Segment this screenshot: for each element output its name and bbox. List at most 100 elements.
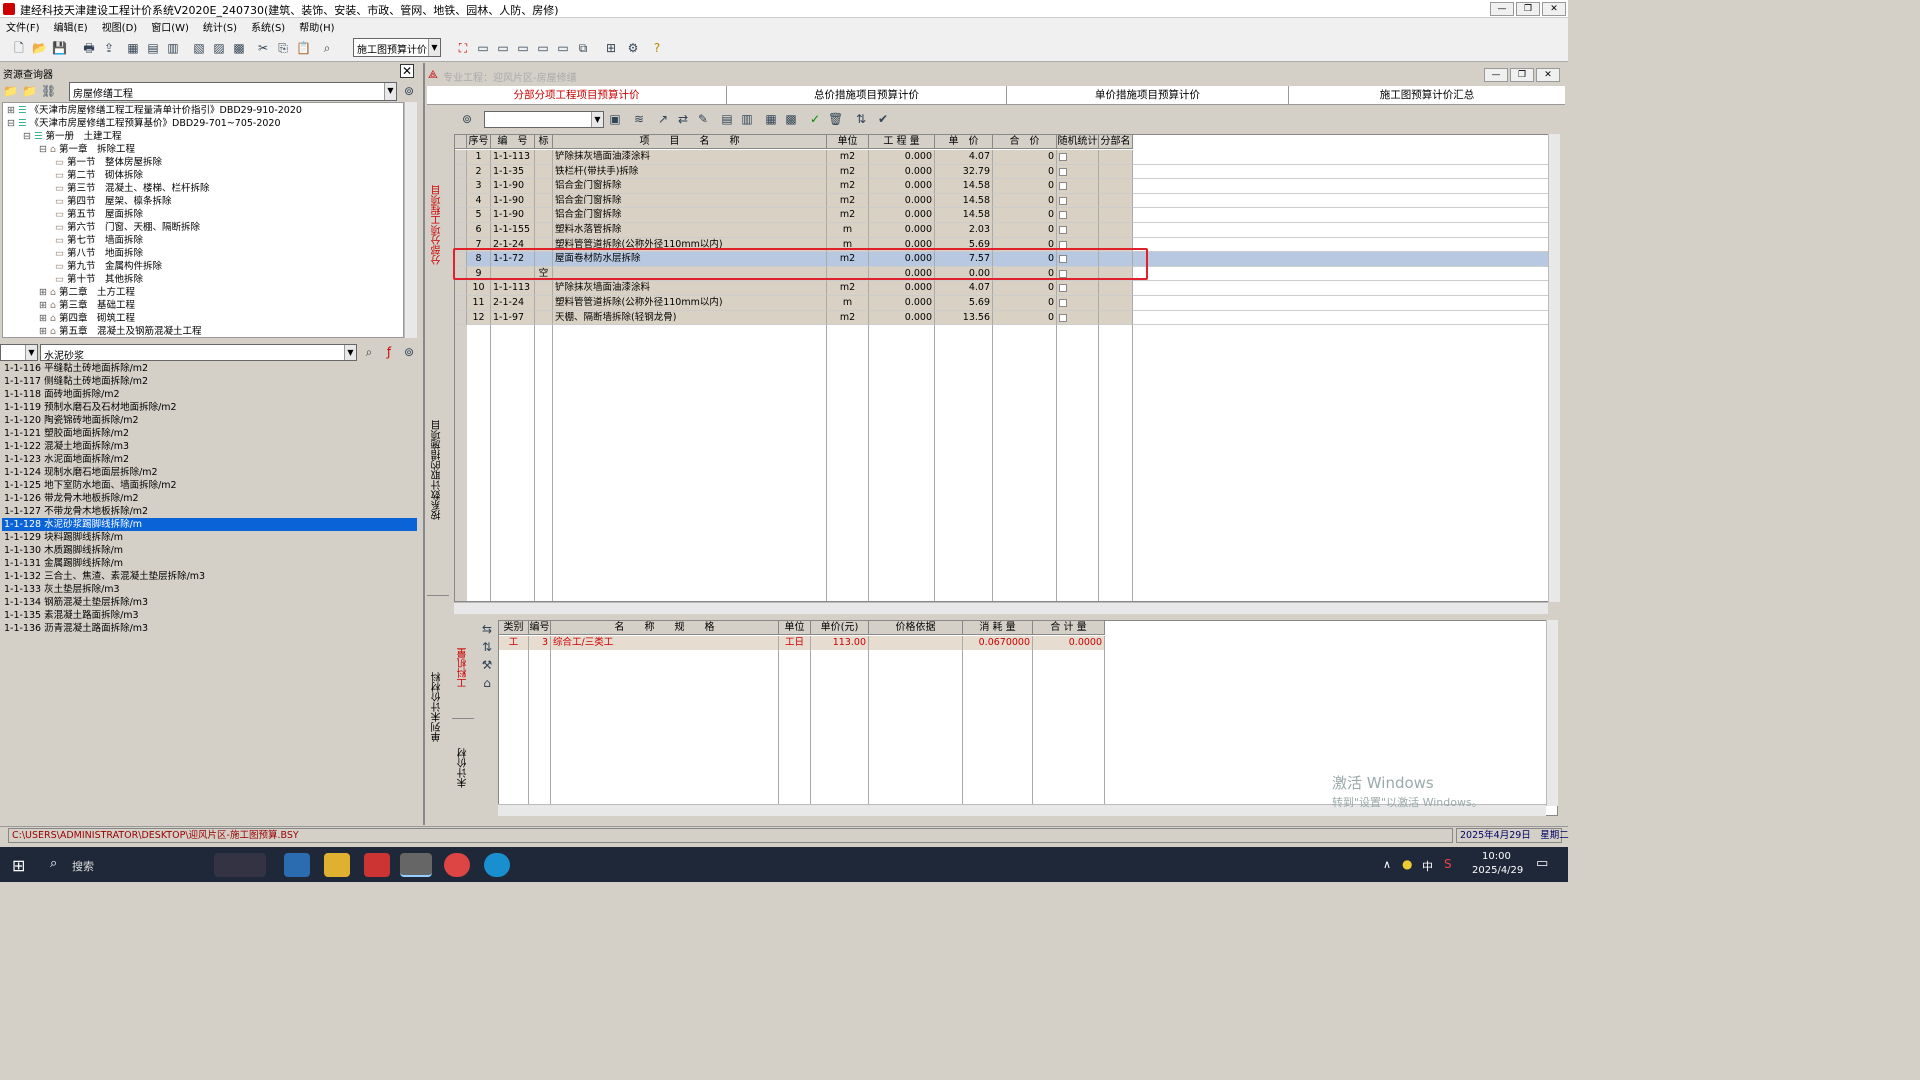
export-icon[interactable]: ⇪ [102, 41, 116, 55]
column-header[interactable]: 序号 [467, 135, 491, 149]
chrome-icon[interactable] [444, 853, 470, 877]
table-row[interactable]: 5 1-1-90 铝合金门窗拆除 m2 0.000 14.58 0 [455, 208, 1548, 223]
cell-unit[interactable]: m2 [827, 310, 869, 326]
cell-qty[interactable]: 0.000 [869, 310, 935, 326]
ime-indicator[interactable]: 中 [1422, 858, 1433, 874]
cell-unit[interactable]: m2 [827, 179, 869, 194]
cell-name[interactable]: 铝合金门窗拆除 [553, 179, 827, 194]
paste-icon[interactable]: 📋 [296, 41, 311, 55]
menu-edit[interactable]: 编辑(E) [54, 19, 88, 34]
doc-icon[interactable]: ▧ [192, 41, 206, 55]
grid-icon[interactable]: ▩ [784, 112, 798, 126]
list-item[interactable]: 1-1-136 沥青混凝土路面拆除/m3 [2, 622, 417, 635]
cell-name[interactable]: 铲除抹灰墙面油漆涂料 [553, 150, 827, 165]
cell-code[interactable]: 1-1-35 [491, 164, 535, 180]
tree-node[interactable]: ⊞ ⌂ 第四章 砌筑工程 [39, 312, 135, 325]
stack-icon[interactable]: ≋ [632, 112, 646, 126]
search-type-select[interactable]: ▼ [0, 344, 38, 361]
random-stat-checkbox[interactable] [1059, 226, 1067, 234]
tab-unit-measures[interactable]: 单价措施项目预算计价 [1007, 86, 1289, 105]
table-icon[interactable]: ▤ [146, 41, 160, 55]
table-row[interactable]: 3 1-1-90 铝合金门窗拆除 m2 0.000 14.58 0 [455, 179, 1548, 194]
window2-icon[interactable]: ▭ [496, 41, 510, 55]
cell-no[interactable]: 4 [467, 193, 491, 209]
cell-flag[interactable] [535, 310, 553, 326]
mode-select[interactable]: 施工图预算计价 ▼ [353, 38, 441, 57]
detail-cell-basis[interactable] [869, 636, 963, 650]
open-folder-icon[interactable]: 📂 [32, 41, 47, 55]
expand-toggle-icon[interactable]: ⊞ [7, 105, 18, 116]
pricing-app-icon[interactable] [400, 853, 432, 877]
random-stat-checkbox[interactable] [1059, 167, 1067, 176]
random-stat-cell[interactable] [1057, 223, 1099, 238]
sort-icon[interactable]: ⇅ [854, 112, 868, 126]
tree-node[interactable]: ⊟ ⌂ 第一章 拆除工程 [39, 143, 135, 156]
cell-code[interactable]: 1-1-90 [491, 208, 535, 223]
book-icon[interactable]: ⊚ [402, 84, 416, 98]
tool2-icon[interactable]: ⇅ [480, 640, 494, 654]
random-stat-checkbox[interactable] [1059, 153, 1067, 161]
cell-qty[interactable]: 0.000 [869, 208, 935, 223]
cell-price[interactable]: 4.07 [935, 150, 993, 165]
detail-cell-type[interactable]: 工 [499, 636, 529, 650]
list-item[interactable]: 1-1-127 不带龙骨木地板拆除/m2 [2, 505, 417, 518]
calculator-icon[interactable]: ▦ [764, 112, 778, 126]
cell-name[interactable]: 铝合金门窗拆除 [553, 193, 827, 209]
cell-code[interactable]: 1-1-155 [491, 223, 535, 238]
table-row[interactable]: 1 1-1-113 铲除抹灰墙面油漆涂料 m2 0.000 4.07 0 [455, 150, 1548, 165]
cell-unit[interactable]: m2 [827, 164, 869, 180]
formula-icon[interactable]: ƒ [382, 345, 396, 359]
table-row[interactable]: 12 1-1-97 天棚、隔断墙拆除(轻钢龙骨) m2 0.000 13.56 0 [455, 310, 1548, 326]
cell-no[interactable]: 1 [467, 150, 491, 165]
cell-name[interactable]: 铝合金门窗拆除 [553, 208, 827, 223]
column-header[interactable]: 分部名 [1099, 135, 1133, 149]
cell-flag[interactable] [535, 208, 553, 223]
calc-icon[interactable]: ▦ [126, 41, 140, 55]
cell-no[interactable]: 12 [467, 310, 491, 326]
tool-icon[interactable]: ⇆ [480, 622, 494, 636]
edit-icon[interactable]: ✎ [696, 112, 710, 126]
cell-name[interactable]: 塑料水落管拆除 [553, 223, 827, 238]
expand-toggle-icon[interactable]: ⊞ [39, 313, 50, 324]
tree-node[interactable]: ▭ 第七节 墙面拆除 [55, 234, 143, 247]
cell-code[interactable]: 1-1-90 [491, 179, 535, 194]
tree-scrollbar[interactable] [404, 102, 417, 338]
detail-cell-total[interactable]: 0.0000 [1033, 636, 1105, 650]
cell-no[interactable]: 6 [467, 223, 491, 238]
list-item[interactable]: 1-1-134 钢筋混凝土垫层拆除/m3 [2, 596, 417, 609]
column-header[interactable]: 项 目 名 称 [553, 135, 827, 149]
detail-column-header[interactable]: 消 耗 量 [963, 621, 1033, 635]
menu-window[interactable]: 窗口(W) [151, 19, 189, 34]
menu-view[interactable]: 视图(D) [102, 19, 138, 34]
book-icon[interactable]: ⊚ [460, 112, 474, 126]
cell-flag[interactable] [535, 193, 553, 209]
side-tab-coef-measures[interactable]: 按系数计取的措施项目 [430, 420, 445, 520]
cell-unit[interactable]: m2 [827, 208, 869, 223]
notification-icon[interactable]: ▭ [1536, 856, 1548, 871]
random-stat-cell[interactable] [1057, 150, 1099, 165]
tab-sub-items[interactable]: 分部分项工程项目预算计价 [427, 86, 727, 105]
cell-qty[interactable]: 0.000 [869, 281, 935, 296]
dept-cell[interactable] [1099, 164, 1133, 180]
detail-cell-consume[interactable]: 0.0670000 [963, 636, 1033, 650]
tab-summary[interactable]: 施工图预算计价汇总 [1289, 86, 1565, 105]
cell-no[interactable]: 3 [467, 179, 491, 194]
random-stat-checkbox[interactable] [1059, 211, 1067, 220]
cell-total[interactable]: 0 [993, 179, 1057, 194]
chevron-up-icon[interactable]: ∧ [1383, 858, 1391, 871]
dept-cell[interactable] [1099, 310, 1133, 326]
resource-close-button[interactable]: ✕ [400, 64, 414, 78]
cell-code[interactable]: 2-1-24 [491, 296, 535, 311]
cell-flag[interactable] [535, 281, 553, 296]
cell-flag[interactable] [535, 223, 553, 238]
detail-column-header[interactable]: 合 计 量 [1033, 621, 1105, 635]
cell-price[interactable]: 32.79 [935, 164, 993, 180]
tree-node[interactable]: ⊞ ⌂ 第二章 土方工程 [39, 286, 135, 299]
cell-price[interactable]: 14.58 [935, 193, 993, 209]
list-item[interactable]: 1-1-121 塑胶面地面拆除/m2 [2, 427, 417, 440]
detail-column-header[interactable]: 类别 [499, 621, 529, 635]
list-item[interactable]: 1-1-116 平缝黏土砖地面拆除/m2 [2, 362, 417, 375]
random-stat-checkbox[interactable] [1059, 182, 1067, 191]
maximize-button[interactable]: ❐ [1516, 2, 1540, 16]
window-icon[interactable]: ▭ [476, 41, 490, 55]
